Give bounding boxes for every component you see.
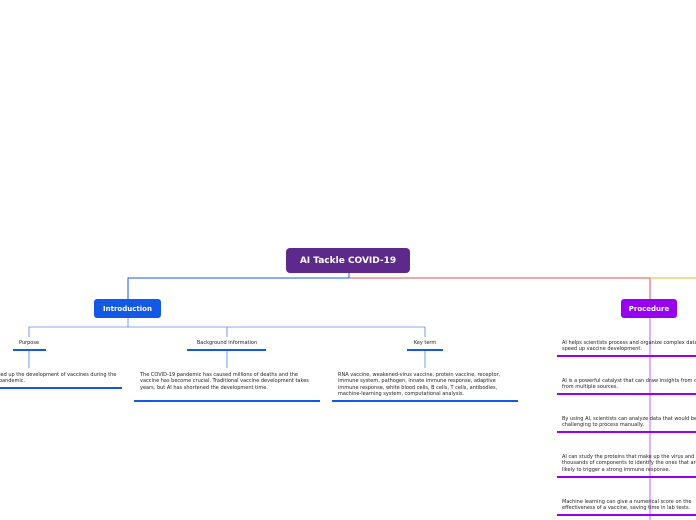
leaf-key-term-text[interactable]: RNA vaccine, weakened-virus vaccine, pro… [338, 372, 516, 398]
mind-map-canvas: AI Tackle COVID-19 Introduction Procedur… [0, 0, 696, 520]
connector-sub-leaves [28, 351, 426, 368]
connector-intro-subtopics [28, 318, 426, 337]
connector-root-proc [349, 277, 651, 299]
procedure-item-2[interactable]: AI is a powerful catalyst that can draw … [562, 378, 696, 391]
connector-root-intro [127, 273, 350, 299]
leaf-purpose-text[interactable]: AI is to speed up the development of vac… [0, 372, 119, 385]
procedure-item-4[interactable]: AI can study the proteins that make up t… [562, 454, 696, 473]
procedure-item-5[interactable]: Machine learning can give a numerical sc… [562, 499, 696, 512]
root-topic[interactable]: AI Tackle COVID-19 [286, 248, 410, 273]
subtopic-purpose[interactable]: Purpose [14, 340, 44, 346]
branch-introduction[interactable]: Introduction [94, 299, 161, 318]
subtopic-background-information[interactable]: Background information [187, 340, 267, 346]
procedure-item-1[interactable]: AI helps scientists process and organize… [562, 340, 696, 353]
branch-procedure[interactable]: Procedure [621, 299, 677, 318]
subtopic-key-term[interactable]: Key term [407, 340, 443, 346]
leaf-background-text[interactable]: The COVID-19 pandemic has caused million… [140, 372, 316, 391]
procedure-item-3[interactable]: By using AI, scientists can analyze data… [562, 416, 696, 429]
